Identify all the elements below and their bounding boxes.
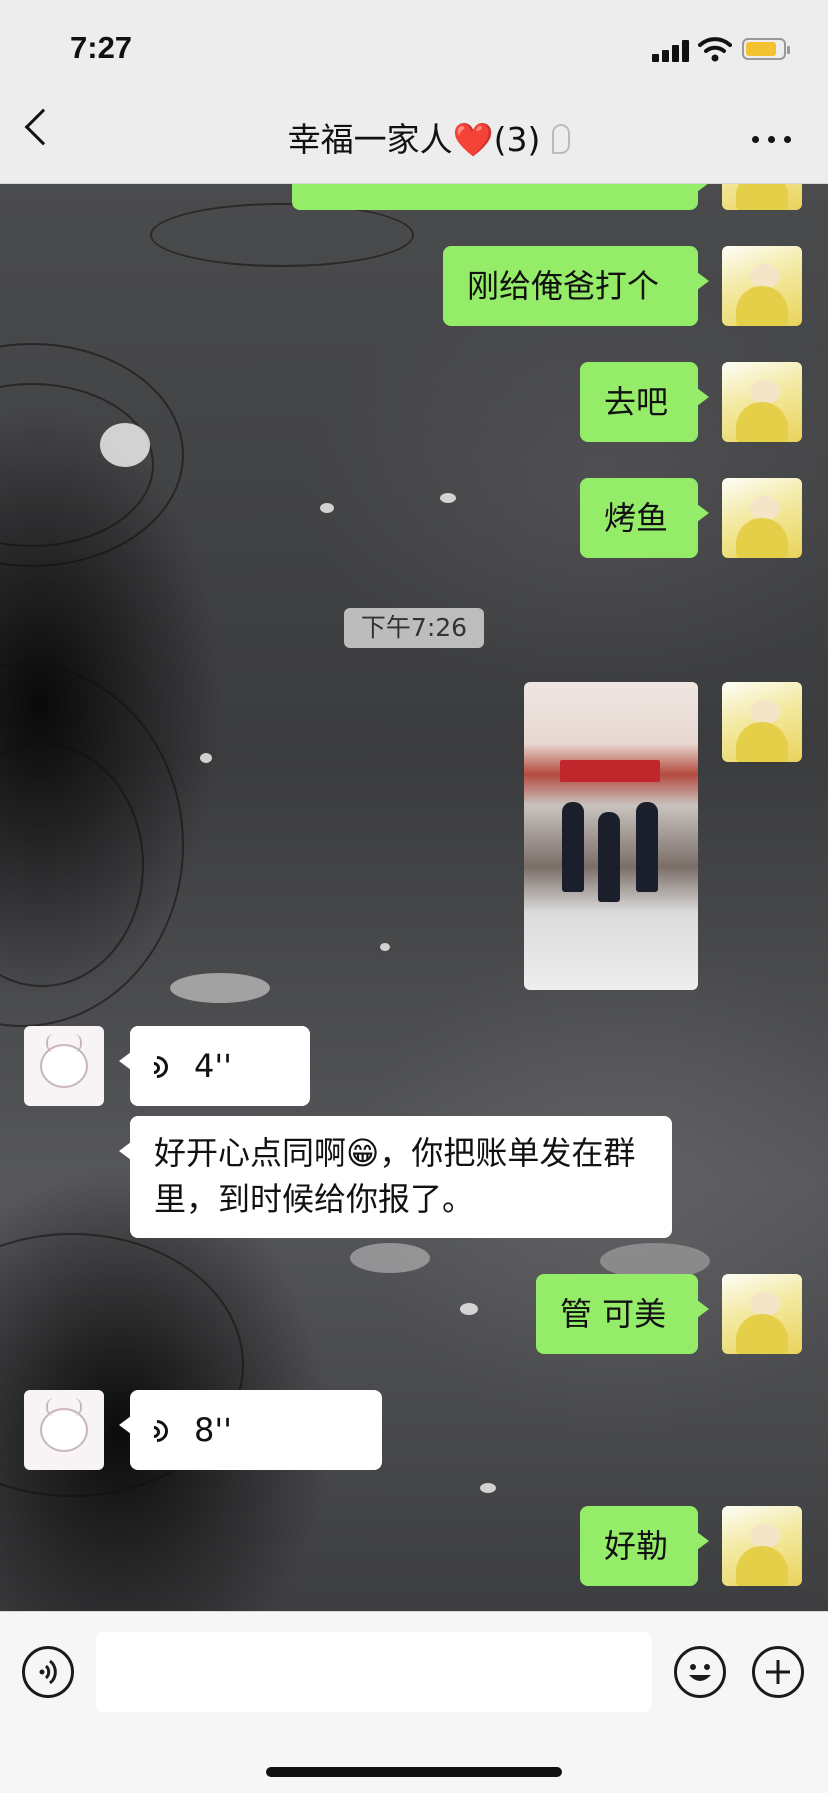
voice-wave-icon <box>141 1051 180 1083</box>
voice-message[interactable]: 4'' <box>119 1026 310 1106</box>
more-icon[interactable] <box>752 136 792 144</box>
voice-wave-icon <box>141 1415 180 1447</box>
signal-icon <box>652 40 692 62</box>
chat-title-text: 幸福一家人 <box>287 120 453 159</box>
ear-icon <box>552 124 570 154</box>
message-bubble[interactable]: 烤鱼 <box>580 478 709 558</box>
avatar-self[interactable] <box>722 1506 802 1586</box>
voice-mode-icon[interactable] <box>22 1646 74 1698</box>
shop-sign <box>560 760 660 782</box>
message-bubble-long[interactable]: 好开心点同啊😁，你把账单发在群里，到时候给你报了。 <box>119 1116 672 1238</box>
emoji-icon[interactable] <box>674 1646 726 1698</box>
avatar-other[interactable] <box>24 1026 104 1106</box>
navigation-bar-cover: 7:27 幸福一家人❤️(3) <box>0 0 828 184</box>
battery-icon <box>742 38 790 60</box>
voice-duration: 8'' <box>194 1411 232 1449</box>
chat-title: 幸福一家人❤️(3) <box>0 118 828 162</box>
avatar-self[interactable] <box>722 362 802 442</box>
photo-message[interactable] <box>524 682 698 990</box>
home-indicator <box>266 1767 562 1777</box>
heart-emoji: ❤️ <box>452 120 494 159</box>
message-bubble[interactable]: 管 可美 <box>536 1274 709 1354</box>
message-bubble[interactable]: 刚给俺爸打个 <box>443 246 709 326</box>
avatar-other[interactable] <box>24 1390 104 1470</box>
message-bubble[interactable]: 去吧 <box>580 362 709 442</box>
input-toolbar <box>0 1611 828 1793</box>
avatar-self[interactable] <box>722 682 802 762</box>
message-timestamp: 下午7:26 <box>344 608 484 648</box>
wifi-icon <box>698 37 732 62</box>
avatar-self[interactable] <box>722 1274 802 1354</box>
avatar-self[interactable] <box>722 246 802 326</box>
avatar-self[interactable] <box>722 478 802 558</box>
message-input[interactable] <box>96 1632 652 1712</box>
voice-duration: 4'' <box>194 1047 232 1085</box>
voice-message[interactable]: 8'' <box>119 1390 382 1470</box>
plus-icon[interactable] <box>752 1646 804 1698</box>
member-count: (3) <box>493 120 541 159</box>
message-bubble[interactable]: 好勒 <box>580 1506 709 1586</box>
status-time: 7:27 <box>70 30 133 65</box>
